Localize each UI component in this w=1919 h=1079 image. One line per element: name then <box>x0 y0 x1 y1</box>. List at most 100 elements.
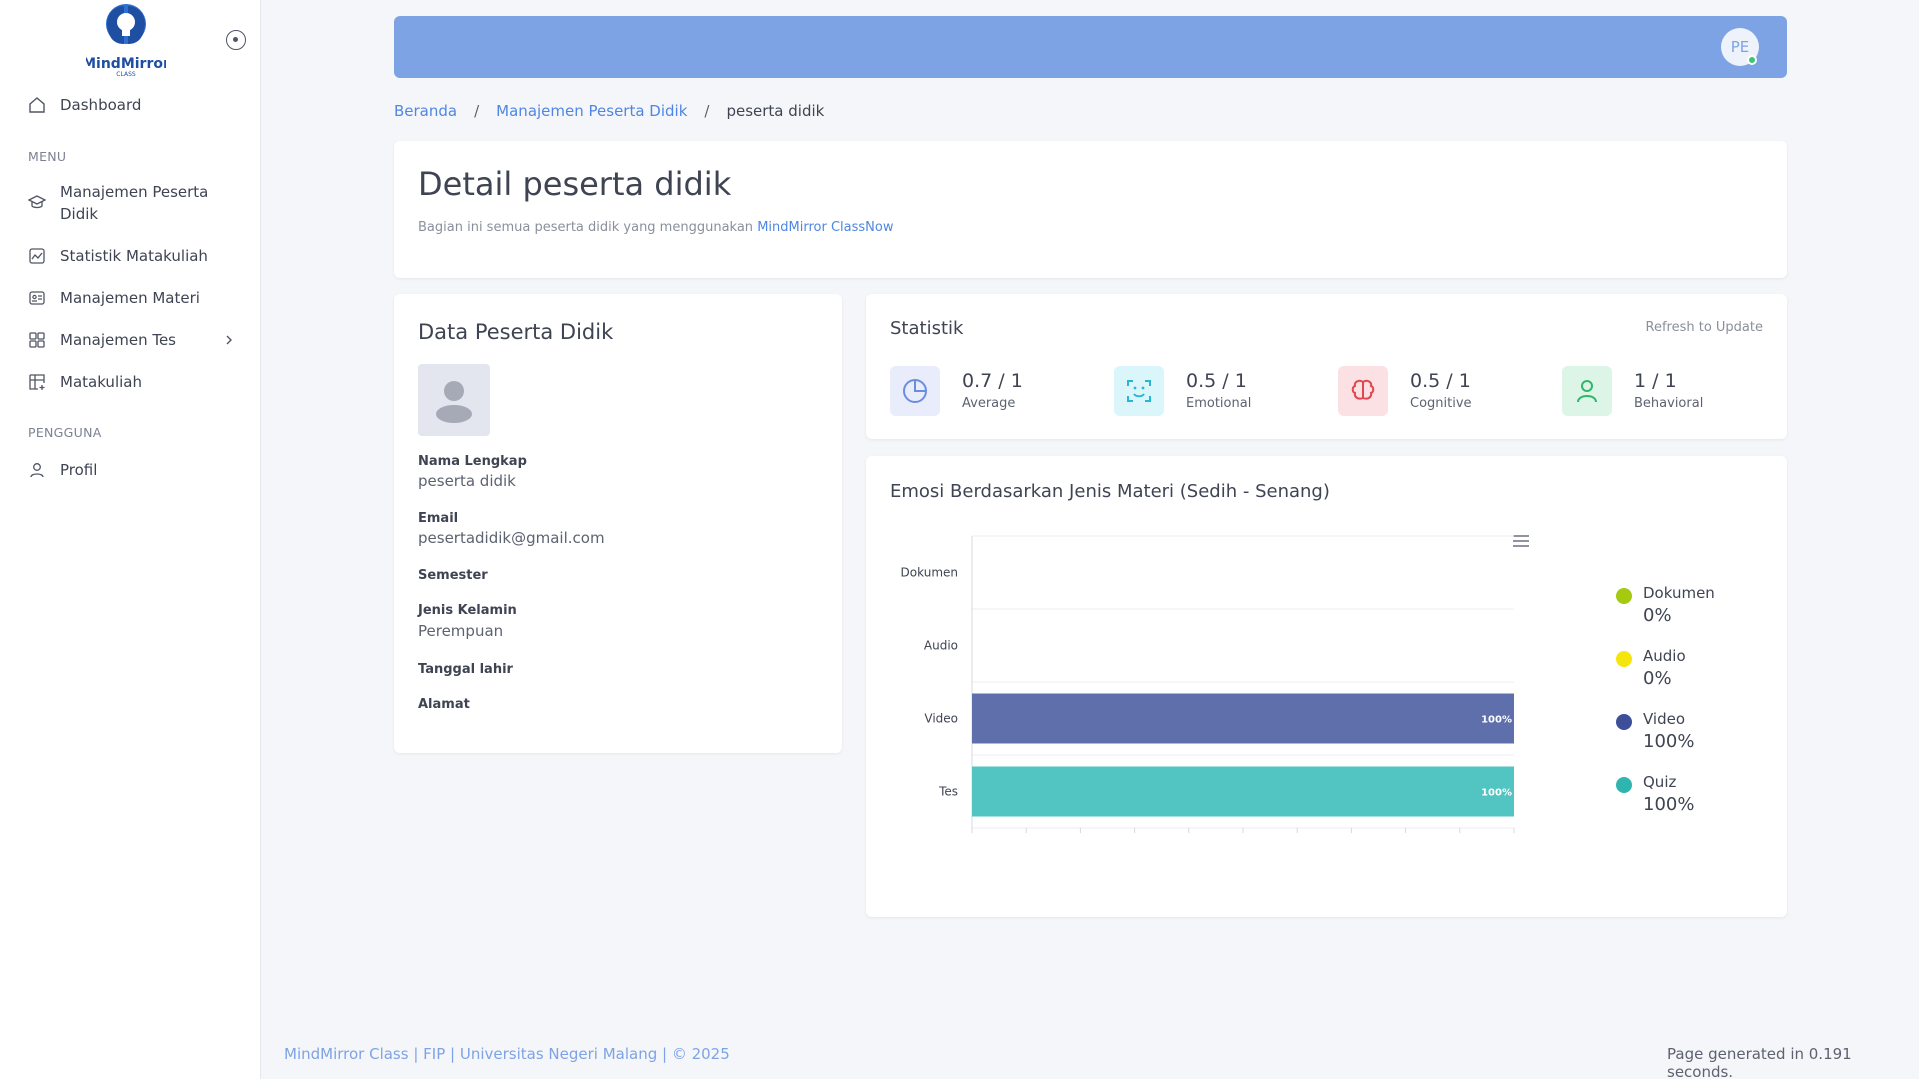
legend-name: Quiz <box>1643 773 1677 791</box>
legend-value: 100% <box>1643 731 1695 752</box>
name-label: Nama Lengkap <box>418 454 527 469</box>
stat-label: Behavioral <box>1634 396 1704 411</box>
gender-label: Jenis Kelamin <box>418 603 517 618</box>
id-card-icon <box>29 291 45 305</box>
table-plus-icon <box>29 374 45 390</box>
sidebar-item-label: Manajemen Peserta Didik <box>60 183 209 223</box>
card-title: Emosi Berdasarkan Jenis Materi (Sedih - … <box>890 481 1330 502</box>
stat-behavioral: 1 / 1 Behavioral <box>1562 366 1772 416</box>
refresh-link[interactable]: Refresh to Update <box>1646 320 1764 335</box>
stat-label: Cognitive <box>1410 396 1472 411</box>
stat-icon-box <box>1114 366 1164 416</box>
bar <box>972 766 1514 817</box>
graduation-cap-icon <box>28 195 46 209</box>
logo-text: MindMirror <box>86 56 166 72</box>
sidebar-item-label: Statistik Matakuliah <box>60 247 208 265</box>
user-icon <box>1577 380 1597 403</box>
y-tick-label: Dokumen <box>901 566 958 580</box>
home-icon <box>29 97 45 113</box>
stat-icon-box <box>1562 366 1612 416</box>
data-label: 100% <box>1481 788 1512 799</box>
sidebar-toggle-icon[interactable] <box>226 30 246 50</box>
page-subtitle-link[interactable]: MindMirror ClassNow <box>757 220 893 235</box>
sidebar-item-matakuliah[interactable]: Matakuliah <box>28 371 240 393</box>
breadcrumb-current: peserta didik <box>726 102 825 120</box>
legend-dot <box>1616 588 1632 604</box>
logo-subtext: CLASS <box>116 71 136 78</box>
semester-label: Semester <box>418 568 488 583</box>
sidebar-section-pengguna: PENGGUNA <box>28 425 102 440</box>
email-label: Email <box>418 511 459 526</box>
legend-name: Video <box>1643 710 1686 728</box>
user-placeholder-icon <box>436 381 472 423</box>
sidebar-item-label: Manajemen Tes <box>60 331 177 349</box>
name-value: peserta didik <box>418 472 516 490</box>
stat-cognitive: 0.5 / 1 Cognitive <box>1338 366 1548 416</box>
emotion-chart-card: Emosi Berdasarkan Jenis Materi (Sedih - … <box>866 456 1787 917</box>
sidebar-item-profil[interactable]: Profil <box>28 459 240 481</box>
top-navbar: PE <box>394 16 1787 78</box>
breadcrumb: Beranda / Manajemen Peserta Didik / pese… <box>394 102 824 120</box>
page-subtitle-text: Bagian ini semua peserta didik yang meng… <box>418 220 754 235</box>
page-subtitle: Bagian ini semua peserta didik yang meng… <box>418 220 893 235</box>
avatar-initials: PE <box>1730 38 1750 56</box>
legend-value: 100% <box>1643 794 1695 815</box>
y-tick-label: Video <box>924 712 958 726</box>
email-value: pesertadidik@gmail.com <box>418 529 605 547</box>
legend-dot <box>1616 777 1632 793</box>
sidebar-item-label: Dashboard <box>60 96 142 114</box>
dob-label: Tanggal lahir <box>418 662 513 677</box>
gender-value: Perempuan <box>418 622 504 640</box>
sidebar-item-label: Manajemen Materi <box>60 289 200 307</box>
stat-label: Average <box>962 396 1016 411</box>
footer-copyright: MindMirror Class | FIP | Universitas Neg… <box>284 1045 730 1063</box>
breadcrumb-separator: / <box>704 102 710 120</box>
footer-page-generated: Page generated in 0.191 seconds. <box>1667 1045 1852 1079</box>
card-title: Data Peserta Didik <box>418 320 614 344</box>
sidebar: MindMirror CLASS Dashboard MENU Manajeme… <box>0 0 261 1079</box>
legend-dot <box>1616 714 1632 730</box>
page-header-card: Detail peserta didik Bagian ini semua pe… <box>394 141 1787 278</box>
stat-icon-box <box>890 366 940 416</box>
sidebar-item-dashboard[interactable]: Dashboard <box>28 94 240 116</box>
legend-value: 0% <box>1643 605 1672 626</box>
student-data-card: Data Peserta Didik Nama Lengkap peserta … <box>394 294 842 753</box>
y-tick-label: Tes <box>938 785 958 799</box>
breadcrumb-separator: / <box>474 102 480 120</box>
chart-line-icon <box>29 248 45 264</box>
sidebar-item-manajemen-tes[interactable]: Manajemen Tes <box>28 329 240 351</box>
stat-icon-box <box>1338 366 1388 416</box>
chevron-right-icon[interactable] <box>222 333 236 347</box>
legend-name: Dokumen <box>1643 584 1715 602</box>
stat-value: 0.5 / 1 <box>1410 370 1471 392</box>
brain-icon <box>1351 379 1375 400</box>
sidebar-item-statistik-matakuliah[interactable]: Statistik Matakuliah <box>28 245 240 267</box>
breadcrumb-parent-link[interactable]: Manajemen Peserta Didik <box>496 102 687 120</box>
stat-value: 0.7 / 1 <box>962 370 1023 392</box>
breadcrumb-home-link[interactable]: Beranda <box>394 102 457 120</box>
bar <box>972 693 1514 744</box>
sidebar-item-label: Matakuliah <box>60 373 142 391</box>
card-title: Statistik <box>890 318 964 339</box>
legend-value: 0% <box>1643 668 1672 689</box>
stat-value: 0.5 / 1 <box>1186 370 1247 392</box>
sidebar-item-label: Profil <box>60 461 98 479</box>
pie-chart-icon <box>903 379 927 403</box>
page-title: Detail peserta didik <box>418 165 732 203</box>
stat-label: Emotional <box>1186 396 1252 411</box>
sidebar-item-manajemen-materi[interactable]: Manajemen Materi <box>28 287 240 309</box>
address-label: Alamat <box>418 697 470 712</box>
grid-icon <box>29 332 45 348</box>
statistics-card: Statistik Refresh to Update 0.7 / 1 Aver… <box>866 294 1787 439</box>
face-scan-icon <box>1127 380 1151 402</box>
stat-emotional: 0.5 / 1 Emotional <box>1114 366 1324 416</box>
online-status-dot <box>1747 55 1757 65</box>
legend-name: Audio <box>1643 647 1686 665</box>
sidebar-item-manajemen-peserta-didik[interactable]: Manajemen Peserta Didik <box>28 181 240 225</box>
logo-icon: MindMirror CLASS <box>82 4 170 78</box>
y-tick-label: Audio <box>924 639 958 653</box>
user-icon <box>30 463 44 478</box>
avatar[interactable]: PE <box>1721 28 1759 66</box>
stat-value: 1 / 1 <box>1634 370 1677 392</box>
logo[interactable]: MindMirror CLASS <box>82 0 170 78</box>
